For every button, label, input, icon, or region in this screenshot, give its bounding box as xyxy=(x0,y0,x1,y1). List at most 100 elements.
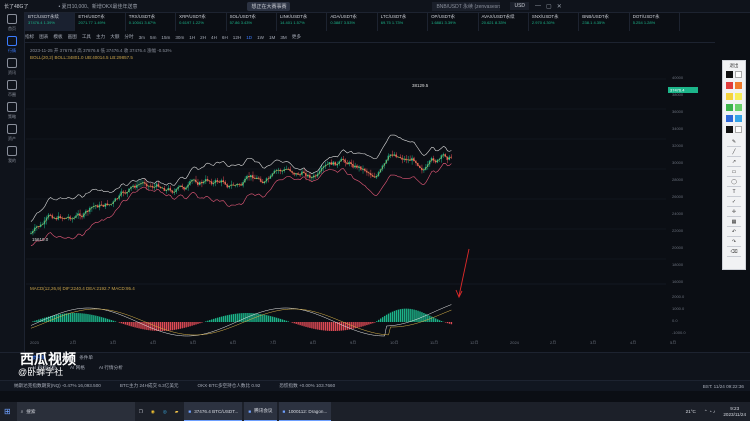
toolbar-item[interactable]: 画图 xyxy=(68,34,77,40)
folder-icon[interactable]: ▰ xyxy=(171,402,183,421)
toolbar-item[interactable]: 5m xyxy=(150,35,156,40)
color-swatch-yellow[interactable] xyxy=(726,93,733,100)
toolbar-item[interactable]: 主力 xyxy=(96,34,105,40)
weather-label[interactable]: 21°C xyxy=(682,402,700,421)
price-chart[interactable]: 2023-11-25 开 37679.4 高 37876.6 低 37476.4… xyxy=(26,44,706,344)
taskbar-app[interactable]: ■ 腾讯会议 xyxy=(244,402,277,421)
ticker-tab[interactable]: SNX/USDT永 2.970 4.30% xyxy=(529,13,580,31)
ticker-tab[interactable]: LTC/USDT永 69.75 1.73% xyxy=(378,13,429,31)
macd-bar xyxy=(120,322,123,324)
ticker-tab[interactable]: OP/USDT永 1.6881 3.39% xyxy=(428,13,479,31)
color-swatch-red[interactable] xyxy=(726,82,733,89)
price-axis-label: 28000 xyxy=(672,177,684,182)
chart-area[interactable]: 2023-11-25 开 37679.4 高 37876.6 低 37476.4… xyxy=(26,44,706,344)
start-button[interactable]: ⊞ xyxy=(0,402,15,421)
minimize-icon[interactable]: — xyxy=(535,3,541,9)
nav-item-2[interactable]: 资讯 xyxy=(0,56,24,78)
toolbar-item[interactable]: 3m xyxy=(139,35,145,40)
eraser-icon[interactable]: ⌫ xyxy=(727,248,741,257)
toolbar-item[interactable]: 更多 xyxy=(292,34,301,40)
redo-icon[interactable]: ↷ xyxy=(727,238,741,247)
ticker-tab[interactable]: TRX/USDT永 0.10041 3.67% xyxy=(126,13,177,31)
taskbar-app[interactable]: ■ 1000112: Dragon... xyxy=(278,402,332,421)
toolbar-item[interactable]: 工具 xyxy=(82,34,91,40)
ticker-tab[interactable]: SOL/USDT永 57.86 3.43% xyxy=(227,13,277,31)
ellipse-icon[interactable]: ◯ xyxy=(727,178,741,187)
nav-icon xyxy=(7,36,17,46)
macd-bar xyxy=(175,322,178,330)
ticker-strip: 纳斯达克指数期货(NQ) -0.47% 16,093.500 BTC主力 24H成… xyxy=(0,380,750,391)
color-swatch-lightgreen[interactable] xyxy=(735,104,742,111)
color-swatch-white2[interactable] xyxy=(735,126,742,133)
pen-icon[interactable]: ✎ xyxy=(727,138,741,147)
nav-item-5[interactable]: 资产 xyxy=(0,122,24,144)
ticker-price: 69.75 xyxy=(380,20,391,25)
taskbar-app[interactable]: ■ 37476.4 BTC/USDT... xyxy=(184,402,243,421)
color-swatch-lightyellow[interactable] xyxy=(735,93,742,100)
toolbar-item[interactable]: 1W xyxy=(257,35,264,40)
rectangle-icon[interactable]: ▭ xyxy=(727,168,741,177)
ticker-tab[interactable]: BTC/USDT永续 37476.4 1.39% xyxy=(25,13,76,31)
text-icon[interactable]: T xyxy=(727,188,741,197)
crosshair-icon[interactable]: ✛ xyxy=(727,208,741,217)
nav-item-1[interactable]: 行情 xyxy=(0,34,24,56)
ticker-tab[interactable]: LINK/USDT永 14.401 1.57% xyxy=(277,13,328,31)
toolbar-item[interactable]: 30m xyxy=(175,35,184,40)
line-icon[interactable]: ╱ xyxy=(727,148,741,157)
toolbar-item[interactable]: 3M xyxy=(280,35,286,40)
nav-item-0[interactable]: 首页 xyxy=(0,12,24,34)
color-swatch-white[interactable] xyxy=(735,71,742,78)
title-bar: 长了48G了 • 夏日10,000、新增OKX最佳年送意 想正在大赛事赛 BNB… xyxy=(0,0,750,13)
color-swatch-blue[interactable] xyxy=(726,115,733,122)
taskbar-search[interactable]: ⌕ 搜索 xyxy=(16,402,135,421)
toolbar-item[interactable]: 6H xyxy=(222,35,228,40)
toolbar-item[interactable]: 指标 xyxy=(25,34,34,40)
bottom-tab[interactable]: 条件单 xyxy=(79,355,93,361)
search-input[interactable]: BNB/USDT 永续 (zenvasesrsesst... xyxy=(432,1,501,11)
chrome-icon[interactable]: ◉ xyxy=(147,402,159,421)
maximize-icon[interactable]: ▢ xyxy=(546,3,552,10)
macd-bar xyxy=(431,316,433,322)
toolbar-item[interactable]: 4H xyxy=(211,35,217,40)
color-swatch-green[interactable] xyxy=(726,104,733,111)
notice-text[interactable]: • 夏日10,000、新增OKX最佳年送意 xyxy=(58,3,137,10)
tray-icons[interactable]: ⌃ ◔ ♪ xyxy=(700,402,719,421)
toolbar-item[interactable]: 15m xyxy=(161,35,170,40)
toolbar-item[interactable]: 图表 xyxy=(39,34,48,40)
color-swatch-black2[interactable] xyxy=(726,126,733,133)
banner-button[interactable]: 想正在大赛事赛 xyxy=(247,1,291,11)
nav-item-4[interactable]: 策略 xyxy=(0,100,24,122)
ticker-tab[interactable]: AVAX/USDT永续 20.621 8.33% xyxy=(479,13,529,31)
currency-select[interactable]: USD xyxy=(510,2,530,10)
toolbar-item[interactable]: 2H xyxy=(200,35,206,40)
toolbar-item[interactable]: 12H xyxy=(233,35,241,40)
toolbar-item[interactable]: 1D xyxy=(246,35,252,40)
ticker-tab[interactable]: DOT/USDT永 5.254 1.28% xyxy=(630,13,681,31)
bottom-link[interactable]: AI 行情分析 xyxy=(99,365,123,371)
edge-icon[interactable]: ◎ xyxy=(159,402,171,421)
arrow-icon[interactable]: ↗ xyxy=(727,158,741,167)
close-icon[interactable]: ✕ xyxy=(557,3,562,10)
taskbar-clock[interactable]: 9:23 2023/11/24 xyxy=(719,402,750,421)
toolbar-item[interactable]: 大额 xyxy=(110,34,119,40)
color-swatch-black[interactable] xyxy=(726,71,733,78)
ticker-tab[interactable]: ETH/USDT永 2071.77 1.49% xyxy=(75,13,126,31)
color-swatch-orange[interactable] xyxy=(735,82,742,89)
ticker-tab[interactable]: XRP/USDT永 0.6197 1.22% xyxy=(176,13,227,31)
toolbar-item[interactable]: 分时 xyxy=(124,34,133,40)
grid-icon[interactable]: ▦ xyxy=(727,218,741,227)
nav-item-6[interactable]: 我的 xyxy=(0,144,24,166)
x-axis-label: 10月 xyxy=(390,340,398,344)
checkmark-icon[interactable]: ✓ xyxy=(727,198,741,207)
taskview-icon[interactable]: ❐ xyxy=(135,402,147,421)
macd-bar xyxy=(448,322,451,324)
undo-icon[interactable]: ↶ xyxy=(727,228,741,237)
toolbar-item[interactable]: 1H xyxy=(189,35,195,40)
nav-item-3[interactable]: 币圈 xyxy=(0,78,24,100)
toolbar-item[interactable]: 模板 xyxy=(53,34,62,40)
ticker-tab[interactable]: BNB/USDT永 238.1 4.35% xyxy=(579,13,630,31)
toolbar-item[interactable]: 1M xyxy=(269,35,275,40)
color-swatch-lightblue[interactable] xyxy=(735,115,742,122)
x-axis-label: 8月 xyxy=(310,340,316,344)
ticker-tab[interactable]: ADA/USDT永 0.3887 3.53% xyxy=(327,13,378,31)
